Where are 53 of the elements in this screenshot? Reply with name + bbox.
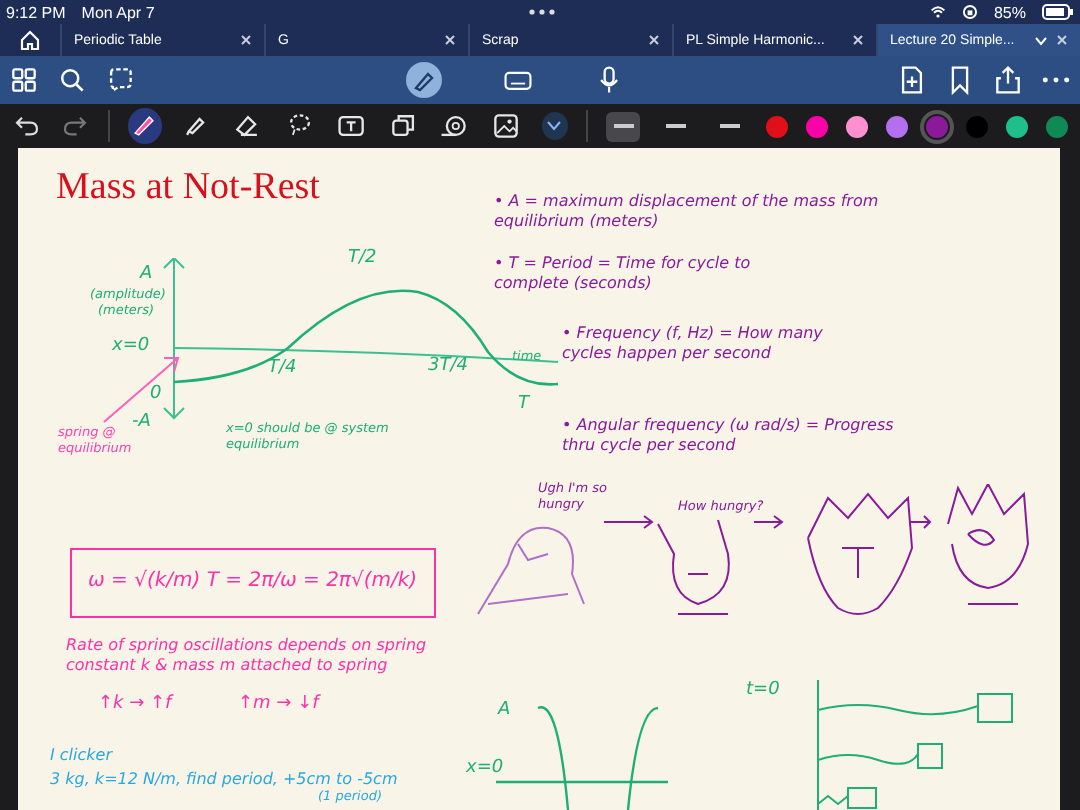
handwritten-note: • T = Period = Time for cycle to complete (seconds) <box>494 254 753 294</box>
handwritten-note: x=0 <box>466 758 506 781</box>
more-dots-icon[interactable] <box>528 8 557 16</box>
color-swatch[interactable] <box>766 115 788 137</box>
search-icon[interactable] <box>56 64 88 96</box>
handwritten-note: t=0 <box>746 680 782 703</box>
handwritten-note: T/2 <box>348 248 379 271</box>
home-icon[interactable] <box>18 28 42 52</box>
handwritten-note: A <box>498 700 513 723</box>
color-swatch[interactable] <box>1006 115 1028 137</box>
color-swatch[interactable] <box>926 115 948 137</box>
handwritten-note: • A = maximum displacement of the mass from equilibrium (meters) <box>494 192 881 232</box>
handwritten-note: -A <box>132 412 153 435</box>
handwritten-note: I clicker <box>50 746 115 766</box>
handwritten-note: • Frequency (f, Hz) = How many cycles happen per second <box>562 324 825 364</box>
handwritten-note: 0 <box>150 384 164 407</box>
handwritten-title: Mass at Not-Rest <box>56 164 322 212</box>
close-icon[interactable] <box>1056 34 1068 46</box>
handwritten-note: 3T/4 <box>428 356 470 379</box>
close-icon[interactable] <box>240 34 252 46</box>
color-swatch[interactable] <box>1046 115 1068 137</box>
add-page-icon[interactable] <box>896 64 928 96</box>
more-tools-button[interactable] <box>541 112 568 140</box>
handwritten-note: • Angular frequency (ω rad/s) = Progress thru cycle per second <box>562 416 896 456</box>
stroke-width-button[interactable] <box>605 111 641 141</box>
handwritten-note: A <box>140 264 155 287</box>
chevron-down-icon[interactable] <box>546 120 563 132</box>
color-swatch[interactable] <box>846 115 868 137</box>
color-swatch[interactable] <box>806 115 828 137</box>
grid-icon[interactable] <box>8 64 40 96</box>
pencil-icon[interactable] <box>412 68 436 92</box>
close-icon[interactable] <box>444 34 456 46</box>
close-icon[interactable] <box>852 34 864 46</box>
handwritten-note: Rate of spring oscillations depends on spring constant k & mass m attached to spring <box>66 636 429 676</box>
lasso-bubble-icon[interactable] <box>104 64 136 96</box>
handwritten-note: ↑m → ↓f <box>238 694 323 717</box>
handwritten-note: ↑k → ↑f <box>98 694 176 717</box>
color-swatch[interactable] <box>886 115 908 137</box>
handwritten-note: 3 kg, k=12 N/m, find period, +5cm to -5cm <box>50 770 400 790</box>
close-icon[interactable] <box>648 34 660 46</box>
wifi-icon <box>929 4 946 20</box>
handwritten-note: T <box>518 394 532 417</box>
battery-icon <box>1042 4 1074 20</box>
share-icon[interactable] <box>992 64 1024 96</box>
lock-rotation-icon <box>961 4 978 20</box>
battery-percent: 85% <box>993 3 1026 21</box>
status-date: Mon Apr 7 <box>81 3 155 21</box>
handwritten-note: T/4 <box>268 358 299 381</box>
color-swatch[interactable] <box>966 115 988 137</box>
status-time: 9:12 PM <box>6 3 66 21</box>
handwritten-note: x=0 <box>112 336 152 359</box>
pen-mode-button[interactable] <box>406 62 442 98</box>
formula-box: ω = √(k/m) T = 2π/ω = 2π√(m/k) <box>70 548 436 617</box>
